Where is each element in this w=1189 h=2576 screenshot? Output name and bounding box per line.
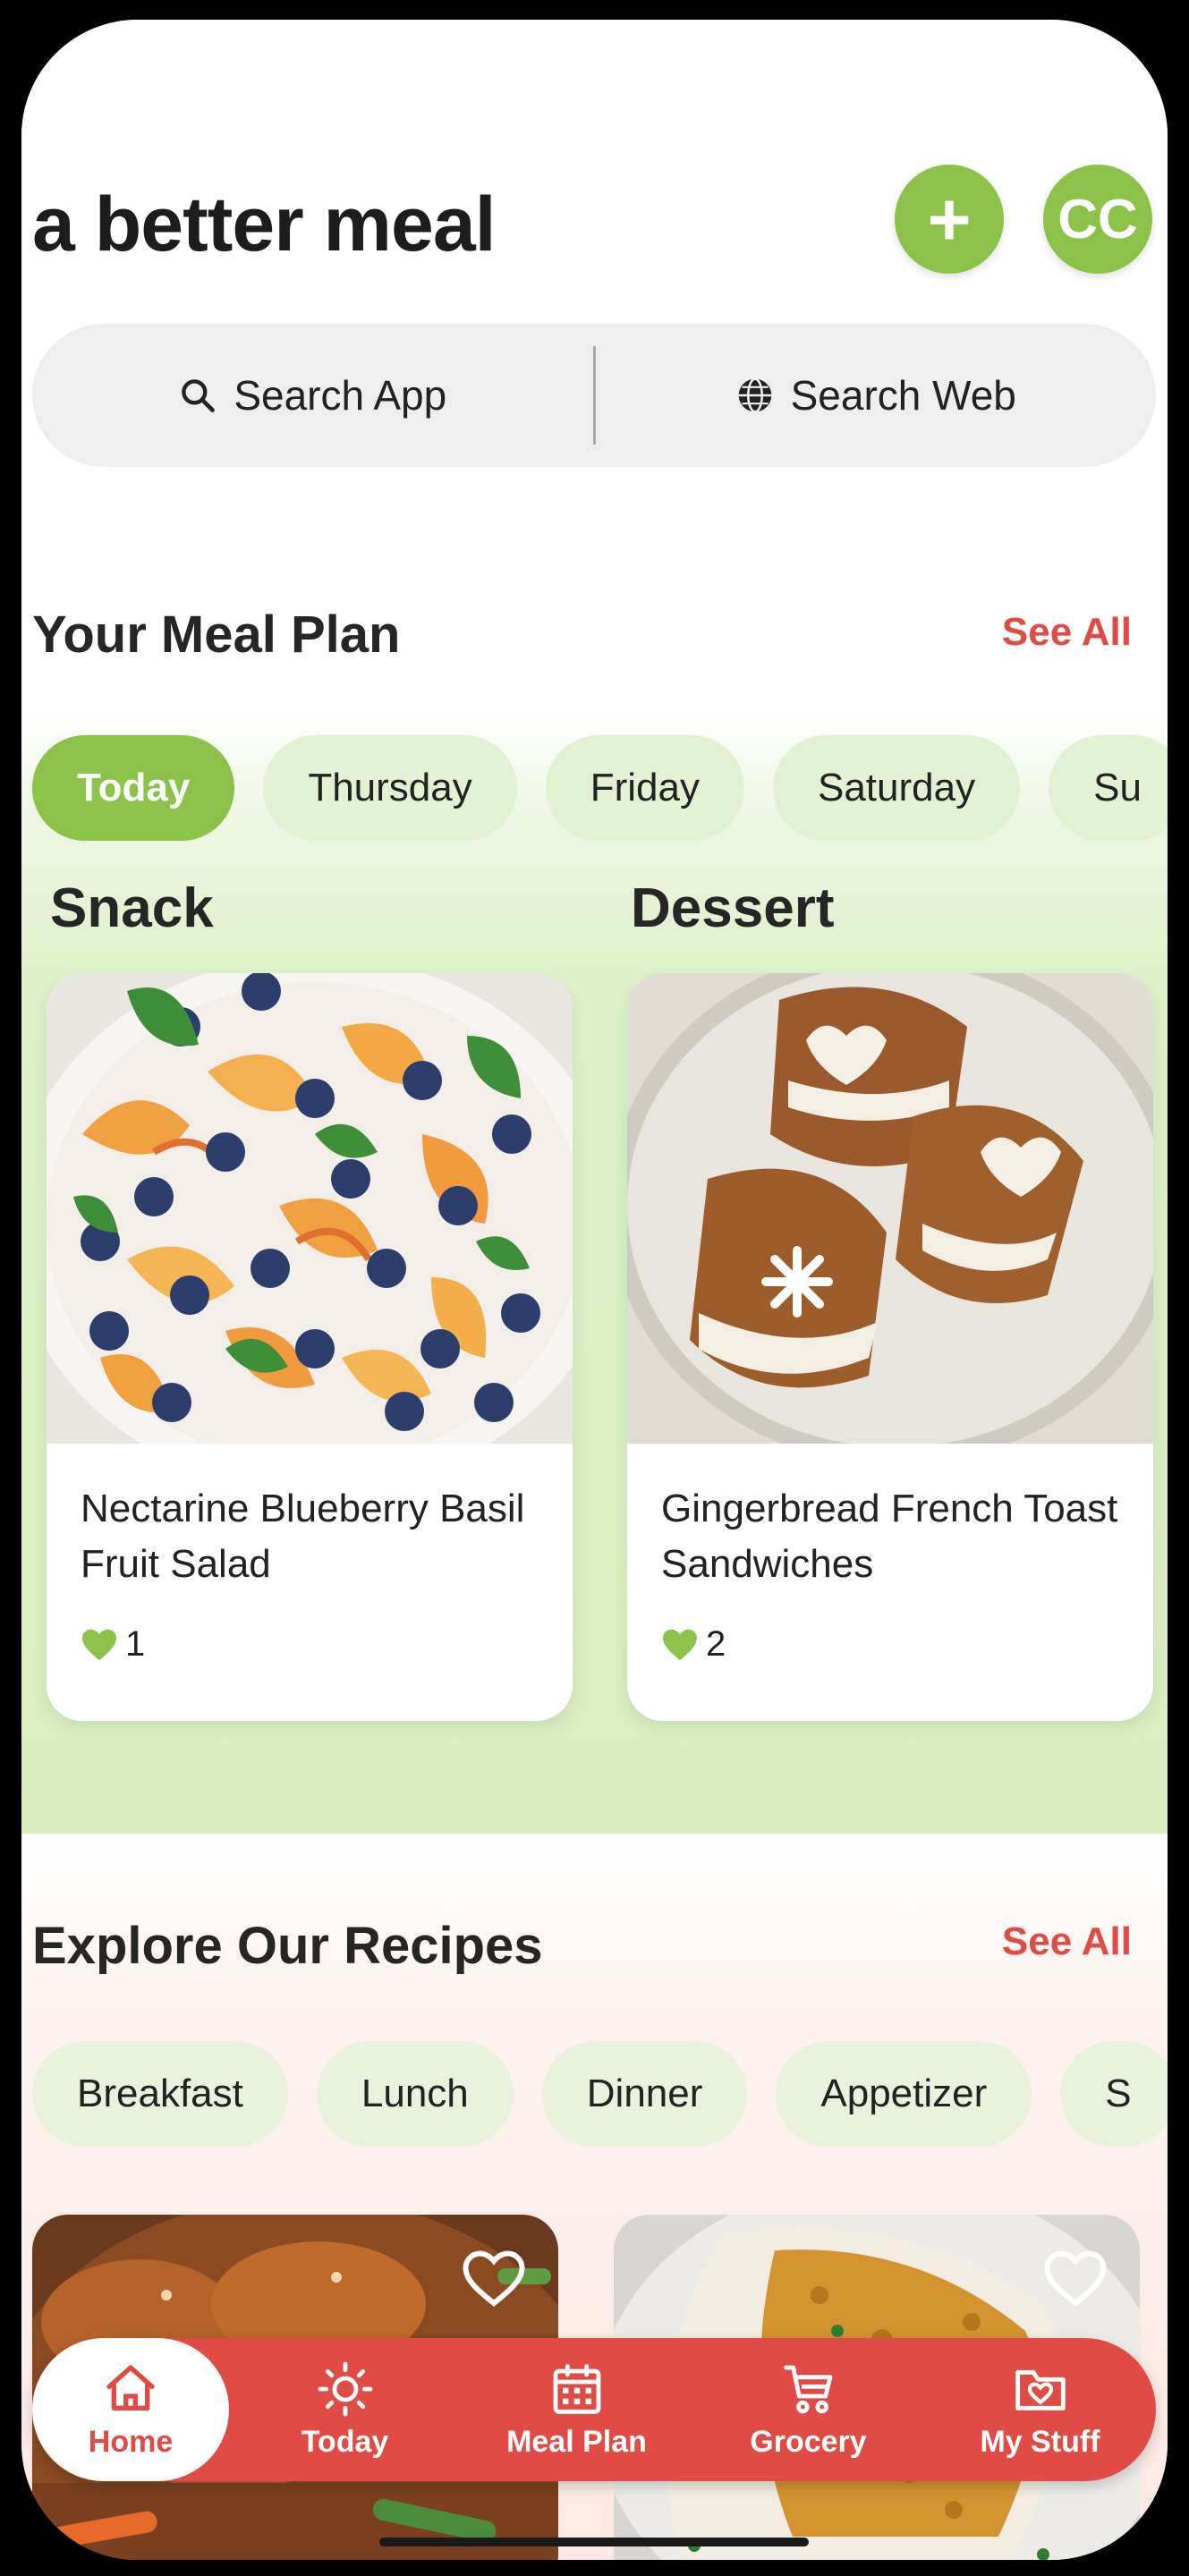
search-app-button[interactable]: Search App bbox=[32, 324, 593, 467]
meal-column-snack: Snack Nectarine Blueberry Basil Fruit Sa… bbox=[47, 877, 573, 1721]
nav-label: Today bbox=[301, 2424, 389, 2459]
meal-card[interactable]: Nectarine Blueberry Basil Fruit Salad 1 bbox=[47, 973, 573, 1721]
meal-name: Nectarine Blueberry Basil Fruit Salad bbox=[81, 1487, 525, 1586]
folder-heart-icon bbox=[1015, 2369, 1066, 2411]
nav-item-home[interactable]: Home bbox=[32, 2338, 229, 2481]
add-button[interactable]: + bbox=[895, 165, 1004, 274]
search-web-label: Search Web bbox=[790, 372, 1016, 419]
meal-plan-section: Your Meal Plan See All Today Thursday Fr… bbox=[21, 528, 1168, 1834]
nav-label: Grocery bbox=[750, 2424, 867, 2459]
meal-name: Gingerbread French Toast Sandwiches bbox=[661, 1487, 1118, 1586]
app-screen: a better meal + CC Search App Search Web… bbox=[21, 20, 1168, 2560]
nav-label: Home bbox=[88, 2424, 174, 2459]
category-pill-breakfast[interactable]: Breakfast bbox=[32, 2041, 288, 2147]
search-app-label: Search App bbox=[234, 372, 447, 419]
search-bar: Search App Search Web bbox=[32, 324, 1156, 467]
category-pill-lunch[interactable]: Lunch bbox=[316, 2041, 514, 2147]
calendar-icon bbox=[553, 2363, 600, 2414]
search-icon bbox=[182, 379, 216, 412]
meal-plan-see-all[interactable]: See All bbox=[1002, 610, 1132, 655]
day-pill-saturday[interactable]: Saturday bbox=[772, 735, 1021, 841]
meal-likes: 2 bbox=[661, 1624, 726, 1665]
day-pill-today[interactable]: Today bbox=[32, 735, 235, 841]
nav-label: My Stuff bbox=[980, 2424, 1100, 2459]
heart-icon bbox=[82, 1629, 116, 1660]
phone-frame: a better meal + CC Search App Search Web… bbox=[0, 0, 1189, 2576]
day-pill-friday[interactable]: Friday bbox=[545, 735, 744, 841]
explore-title: Explore Our Recipes bbox=[32, 1917, 543, 1975]
fruit-salad-image bbox=[47, 973, 573, 1444]
meal-category-label: Dessert bbox=[631, 877, 835, 939]
day-pill-thursday[interactable]: Thursday bbox=[263, 735, 517, 841]
avatar[interactable]: CC bbox=[1043, 165, 1152, 274]
meal-card[interactable]: Gingerbread French Toast Sandwiches 2 bbox=[627, 973, 1153, 1721]
heart-icon bbox=[663, 1629, 697, 1660]
sun-icon bbox=[318, 2361, 372, 2416]
app-title: a better meal bbox=[32, 182, 497, 267]
explore-see-all[interactable]: See All bbox=[1002, 1919, 1132, 1964]
meal-plan-title: Your Meal Plan bbox=[32, 606, 401, 664]
nav-item-meal-plan[interactable]: Meal Plan bbox=[461, 2338, 692, 2481]
day-selector: Today Thursday Friday Saturday Su bbox=[32, 735, 1168, 841]
app-header: a better meal + CC Search App Search Web bbox=[21, 20, 1168, 530]
category-pill-more[interactable]: S bbox=[1060, 2041, 1168, 2147]
home-icon bbox=[106, 2364, 155, 2411]
cart-icon bbox=[783, 2365, 832, 2413]
favorite-heart-icon[interactable] bbox=[1043, 2247, 1108, 2311]
category-pill-dinner[interactable]: Dinner bbox=[541, 2041, 748, 2147]
search-web-button[interactable]: Search Web bbox=[596, 324, 1157, 467]
like-count: 2 bbox=[706, 1624, 726, 1664]
bottom-nav: Home Today Meal Plan Grocery My Stuff bbox=[32, 2338, 1156, 2481]
globe-icon bbox=[738, 377, 771, 413]
like-count: 1 bbox=[125, 1624, 146, 1664]
french-toast-image bbox=[627, 973, 1153, 1444]
nav-item-today[interactable]: Today bbox=[229, 2338, 461, 2481]
meal-category-label: Snack bbox=[50, 877, 214, 939]
nav-item-my-stuff[interactable]: My Stuff bbox=[924, 2338, 1156, 2481]
meal-column-dessert: Dessert Gingerbread French Toast Sandwic… bbox=[627, 877, 1153, 1721]
category-pill-appetizer[interactable]: Appetizer bbox=[776, 2041, 1032, 2147]
favorite-heart-icon[interactable] bbox=[462, 2247, 526, 2311]
nav-label: Meal Plan bbox=[506, 2424, 647, 2459]
meal-likes: 1 bbox=[81, 1624, 145, 1665]
home-indicator bbox=[379, 2538, 809, 2546]
recipe-category-selector: Breakfast Lunch Dinner Appetizer S bbox=[32, 2041, 1168, 2147]
day-pill-sunday[interactable]: Su bbox=[1049, 735, 1168, 841]
nav-item-grocery[interactable]: Grocery bbox=[692, 2338, 924, 2481]
